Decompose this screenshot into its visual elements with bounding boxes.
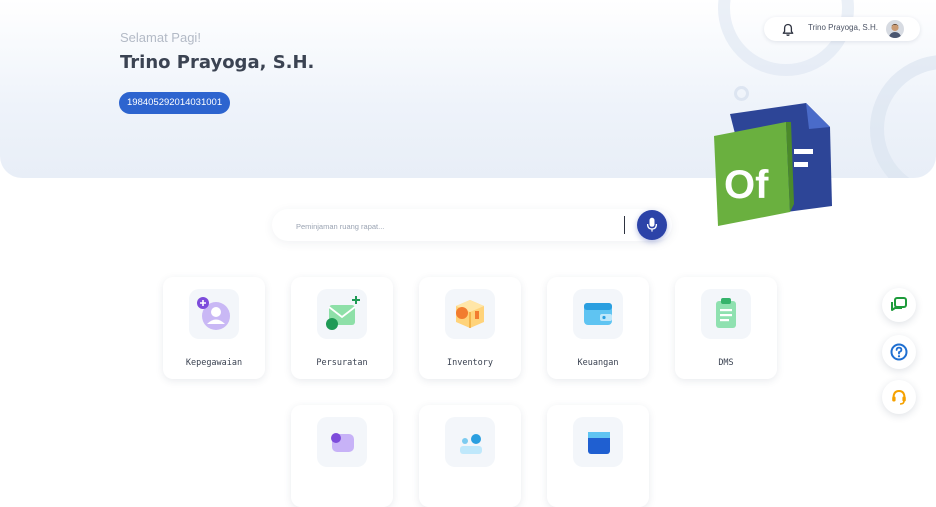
user-menu[interactable]: Trino Prayoga, S.H. — [764, 17, 920, 41]
user-name: Trino Prayoga, S.H. — [120, 52, 315, 73]
app-icon — [445, 417, 495, 467]
chat-button[interactable] — [882, 288, 916, 322]
app-tile-label: Kepegawaian — [185, 358, 243, 368]
app-tile[interactable] — [547, 405, 649, 507]
bell-icon[interactable] — [782, 22, 794, 37]
search-bar — [272, 209, 672, 241]
app-tile[interactable] — [419, 405, 521, 507]
decorative-dot — [734, 86, 749, 101]
app-tile-keuangan[interactable]: Keuangan — [547, 277, 649, 379]
office-logo: Of — [710, 100, 836, 232]
app-tile[interactable] — [291, 405, 393, 507]
clipboard-icon — [701, 289, 751, 339]
svg-text:Of: Of — [724, 163, 769, 207]
text-caret — [624, 216, 625, 234]
app-tile-label: Inventory — [446, 358, 494, 368]
search-input[interactable] — [294, 217, 618, 235]
app-tile-label: Keuangan — [577, 358, 619, 368]
avatar[interactable] — [886, 20, 904, 38]
mail-icon — [317, 289, 367, 339]
decorative-ring — [870, 55, 936, 178]
app-icon — [573, 417, 623, 467]
app-icon — [317, 417, 367, 467]
app-tile-kepegawaian[interactable]: Kepegawaian — [163, 277, 265, 379]
app-tile-inventory[interactable]: Inventory — [419, 277, 521, 379]
box-icon — [445, 289, 495, 339]
app-tile-dms[interactable]: DMS — [675, 277, 777, 379]
greeting-text: Selamat Pagi! — [120, 30, 201, 45]
support-button[interactable] — [882, 380, 916, 414]
app-tile-persuratan[interactable]: Persuratan — [291, 277, 393, 379]
nip-badge: 198405292014031001 — [119, 92, 231, 114]
help-button[interactable] — [882, 335, 916, 369]
user-menu-name: Trino Prayoga, S.H. — [808, 23, 878, 32]
wallet-icon — [573, 289, 623, 339]
employee-icon — [189, 289, 239, 339]
app-tile-label: DMS — [718, 358, 734, 368]
app-tile-label: Persuratan — [316, 358, 368, 368]
microphone-icon[interactable] — [637, 210, 667, 240]
